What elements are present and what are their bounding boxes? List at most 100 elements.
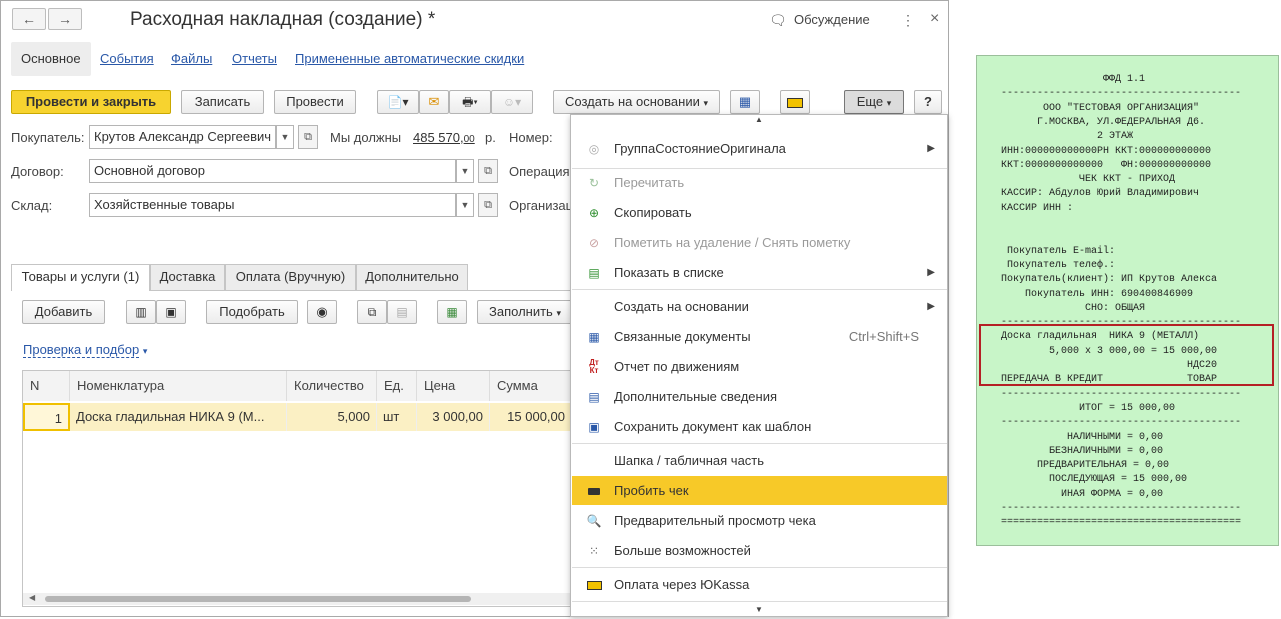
menu-item-copy[interactable]: ⊕ Скопировать [572, 198, 947, 227]
cell-item[interactable]: Доска гладильная НИКА 9 (М... [70, 403, 287, 431]
menu-item-header-table[interactable]: Шапка / табличная часть [572, 446, 947, 475]
post-button[interactable]: Провести [274, 90, 356, 114]
table-icon[interactable]: ▦ [437, 300, 467, 324]
receipt-line: Покупатель телеф.: [1001, 259, 1116, 271]
discussion-icon[interactable]: 🗨 [769, 12, 787, 29]
menu-item-label: Скопировать [614, 205, 692, 220]
scrollbar-thumb[interactable] [45, 596, 471, 602]
cell-n[interactable]: 1 [23, 403, 70, 431]
scanner-icon[interactable]: ▣ [156, 300, 186, 324]
copy-icon[interactable]: ⧉ [357, 300, 387, 324]
fill-button[interactable]: Заполнить ▾ [477, 300, 573, 324]
open-icon[interactable]: ⧉ [298, 125, 318, 149]
scroll-down-icon[interactable]: ▼ [755, 605, 763, 614]
menu-item-more-features[interactable]: ⁙ Больше возможностей [572, 536, 947, 565]
preview-icon: 🔍 [586, 514, 602, 528]
discussion-link[interactable]: Обсуждение [794, 12, 870, 27]
tab-files[interactable]: Файлы [171, 42, 212, 76]
post-and-close-button[interactable]: Провести и закрыть [11, 90, 171, 114]
add-button[interactable]: Добавить [22, 300, 105, 324]
cell-quantity[interactable]: 5,000 [287, 403, 377, 431]
cell-price[interactable]: 3 000,00 [417, 403, 490, 431]
menu-item-print-receipt[interactable]: Пробить чек [572, 476, 947, 505]
menu-item-label: Дополнительные сведения [614, 389, 778, 404]
barcode-icon[interactable]: ▥ [126, 300, 156, 324]
menu-item-mark-delete[interactable]: ⊘ Пометить на удаление / Снять пометку [572, 228, 947, 257]
menu-item-linked-docs[interactable]: ▦ Связанные документы Ctrl+Shift+S [572, 322, 947, 351]
cell-unit[interactable]: шт [377, 403, 417, 431]
close-icon[interactable]: × [930, 10, 939, 28]
refresh-icon: ↻ [588, 176, 600, 190]
scroll-up-icon[interactable]: ▲ [755, 115, 763, 124]
more-vertical-icon[interactable]: ⋮ [901, 12, 915, 29]
menu-item-reread[interactable]: ↻ Перечитать [572, 168, 947, 197]
open-icon[interactable]: ⧉ [478, 193, 498, 217]
debt-kopecks: 00 [463, 134, 475, 145]
open-icon[interactable]: ⧉ [478, 159, 498, 183]
structure-icon[interactable]: ▦ [730, 90, 760, 114]
receipt-line: ПОСЛЕДУЮЩАЯ = 15 000,00 [1001, 474, 1188, 486]
cash-register-icon[interactable] [780, 90, 810, 114]
column-header-quantity[interactable]: Количество [287, 371, 377, 401]
tab-reports[interactable]: Отчеты [232, 42, 277, 76]
column-header-sum[interactable]: Сумма [490, 371, 572, 401]
menu-item-label: ГруппаСостояниеОригинала [614, 141, 786, 156]
menu-item-create-based[interactable]: Создать на основании ▶ [572, 292, 947, 321]
help-button[interactable]: ? [914, 90, 942, 114]
tab-discounts[interactable]: Примененные автоматические скидки [295, 42, 524, 76]
pick-button[interactable]: Подобрать [206, 300, 298, 324]
save-button[interactable]: Записать [181, 90, 264, 114]
scroll-left-icon[interactable]: ◀ [29, 593, 35, 602]
menu-item-preview-receipt[interactable]: 🔍 Предварительный просмотр чека [572, 506, 947, 535]
forward-button[interactable]: → [48, 8, 82, 30]
paste-icon[interactable]: ▤ [387, 300, 417, 324]
print-icon[interactable]: 🖶▾ [449, 90, 491, 114]
receipt-line: ---------------------------------------- [1001, 503, 1242, 514]
cash-register-icon [586, 483, 602, 499]
menu-item-show-in-list[interactable]: ▤ Показать в списке ▶ [572, 258, 947, 287]
menu-item-yookassa[interactable]: Оплата через ЮKassa [572, 570, 947, 599]
tab-goods[interactable]: Товары и услуги (1) [11, 264, 150, 291]
more-button[interactable]: Еще ▾ [844, 90, 904, 114]
create-based-button[interactable]: Создать на основании ▾ [553, 90, 720, 114]
chevron-down-icon[interactable]: ▼ [276, 125, 294, 149]
warehouse-label: Склад: [11, 198, 53, 213]
menu-item-original-state[interactable]: ◎ ГруппаСостояниеОригинала ▶ [572, 134, 947, 163]
chevron-right-icon: ▶ [927, 267, 935, 278]
window-title: Расходная накладная (создание) * [130, 9, 436, 30]
warehouse-field[interactable]: Хозяйственные товары [89, 193, 456, 217]
receipt-line: ООО "ТЕСТОВАЯ ОРГАНИЗАЦИЯ" [1001, 102, 1200, 114]
column-header-unit[interactable]: Ед. [377, 371, 417, 401]
organization-label: Организац [509, 198, 574, 213]
check-and-pick-label: Проверка и подбор [23, 342, 140, 358]
tab-delivery[interactable]: Доставка [150, 264, 225, 290]
attach-file-icon[interactable]: 📄▾ [377, 90, 419, 114]
menu-item-label: Создать на основании [614, 299, 749, 314]
horizontal-scrollbar[interactable]: ◀ [23, 593, 571, 605]
eye-icon[interactable]: ◉ [307, 300, 337, 324]
chevron-down-icon[interactable]: ▼ [456, 159, 474, 183]
contract-field[interactable]: Основной договор [89, 159, 456, 183]
menu-item-additional-info[interactable]: ▤ Дополнительные сведения [572, 382, 947, 411]
menu-item-label: Связанные документы [614, 329, 751, 344]
menu-item-save-template[interactable]: ▣ Сохранить документ как шаблон [572, 412, 947, 441]
buyer-field[interactable]: Крутов Александр Сергеевич [89, 125, 276, 149]
column-header-n[interactable]: N [23, 371, 70, 401]
column-header-item[interactable]: Номенклатура [70, 371, 287, 401]
tab-payment[interactable]: Оплата (Вручную) [225, 264, 356, 290]
tab-main[interactable]: Основное [11, 42, 91, 76]
create-based-label: Создать на основании [564, 94, 700, 109]
receipt-line: ---------------------------------------- [1001, 388, 1242, 400]
back-button[interactable]: ← [12, 8, 46, 30]
chevron-down-icon[interactable]: ▼ [456, 193, 474, 217]
menu-item-movements-report[interactable]: Дт Кт Отчет по движениям [572, 352, 947, 381]
status-icon[interactable]: ☺▾ [491, 90, 533, 114]
column-header-price[interactable]: Цена [417, 371, 490, 401]
debt-amount[interactable]: 485 570,00 [413, 130, 475, 145]
tab-additional[interactable]: Дополнительно [356, 264, 468, 290]
chevron-right-icon: ▶ [927, 143, 935, 154]
check-and-pick-link[interactable]: Проверка и подбор ▾ [23, 342, 147, 358]
tab-events[interactable]: События [100, 42, 154, 76]
mail-icon[interactable]: ✉ [419, 90, 449, 114]
cell-sum[interactable]: 15 000,00 [490, 403, 572, 431]
